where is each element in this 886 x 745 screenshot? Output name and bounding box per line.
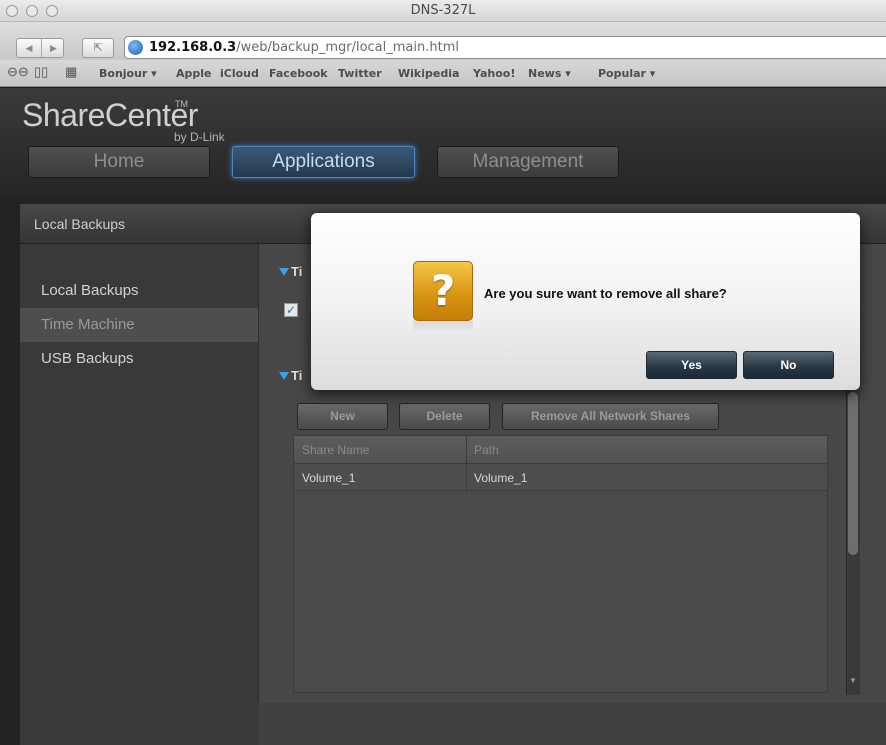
question-icon: ? [413,261,473,321]
panel-title: Local Backups [34,216,126,232]
delete-button[interactable]: Delete [399,403,490,430]
bookmark-icloud[interactable]: iCloud [220,67,259,80]
bookmark-apple[interactable]: Apple [176,67,212,80]
tab-management[interactable]: Management [437,146,619,178]
column-header-path[interactable]: Path [474,443,499,457]
table-header [294,436,827,464]
bookmark-twitter[interactable]: Twitter [338,67,382,80]
enable-checkbox[interactable]: ✓ [284,303,298,317]
scroll-down-arrow-icon[interactable]: ▼ [847,673,859,689]
top-sites-grid-icon[interactable]: ▦ [65,64,77,80]
globe-icon [128,40,143,55]
tab-home[interactable]: Home [28,146,210,178]
sidebar-item-usb-backups[interactable]: USB Backups [20,342,258,376]
column-divider [466,436,467,492]
column-header-share-name[interactable]: Share Name [302,443,369,457]
back-arrow-icon[interactable]: ◀ [17,39,41,57]
collapse-triangle-icon[interactable] [279,372,289,380]
bookmark-popular[interactable]: Popular ▾ [598,67,655,80]
remove-all-network-shares-button[interactable]: Remove All Network Shares [502,403,719,430]
section-heading-shares: Ti [291,368,303,383]
bookmarks-book-icon[interactable]: ▯▯ [34,64,48,80]
url-text: 192.168.0.3/web/backup_mgr/local_main.ht… [149,40,459,55]
question-icon-reflection [413,321,473,333]
scrollbar-thumb[interactable] [848,392,858,555]
collapse-triangle-icon[interactable] [279,268,289,276]
bookmark-facebook[interactable]: Facebook [269,67,328,80]
sidebar-item-time-machine[interactable]: Time Machine [20,308,258,342]
sharecenter-logo: ShareCenter [22,97,198,133]
bookmark-wikipedia[interactable]: Wikipedia [398,67,459,80]
content-footer [258,703,886,745]
cell-share-name: Volume_1 [302,471,356,485]
address-bar[interactable]: 192.168.0.3/web/backup_mgr/local_main.ht… [124,36,886,59]
logo-trademark: TM [175,99,188,109]
window-title: DNS-327L [410,3,476,18]
tab-applications[interactable]: Applications [232,146,415,178]
reading-list-icon[interactable]: ⊖⊖ [7,64,29,80]
section-heading-settings: Ti [291,264,303,279]
bookmark-news[interactable]: News ▾ [528,67,571,80]
share-icon[interactable]: ⇱ [82,38,114,58]
logo-by-dlink: by D-Link [174,130,225,144]
dialog-message: Are you sure want to remove all share? [484,286,727,301]
sidebar-item-local-backups[interactable]: Local Backups [20,274,258,308]
yes-button[interactable]: Yes [646,351,737,379]
bookmark-yahoo[interactable]: Yahoo! [473,67,515,80]
no-button[interactable]: No [743,351,834,379]
bookmark-bonjour[interactable]: Bonjour ▾ [99,67,157,80]
new-button[interactable]: New [297,403,388,430]
forward-arrow-icon[interactable]: ▶ [41,39,65,57]
history-buttons: ◀ ▶ [16,38,64,58]
cell-path: Volume_1 [474,471,528,485]
table-row[interactable] [294,465,827,491]
